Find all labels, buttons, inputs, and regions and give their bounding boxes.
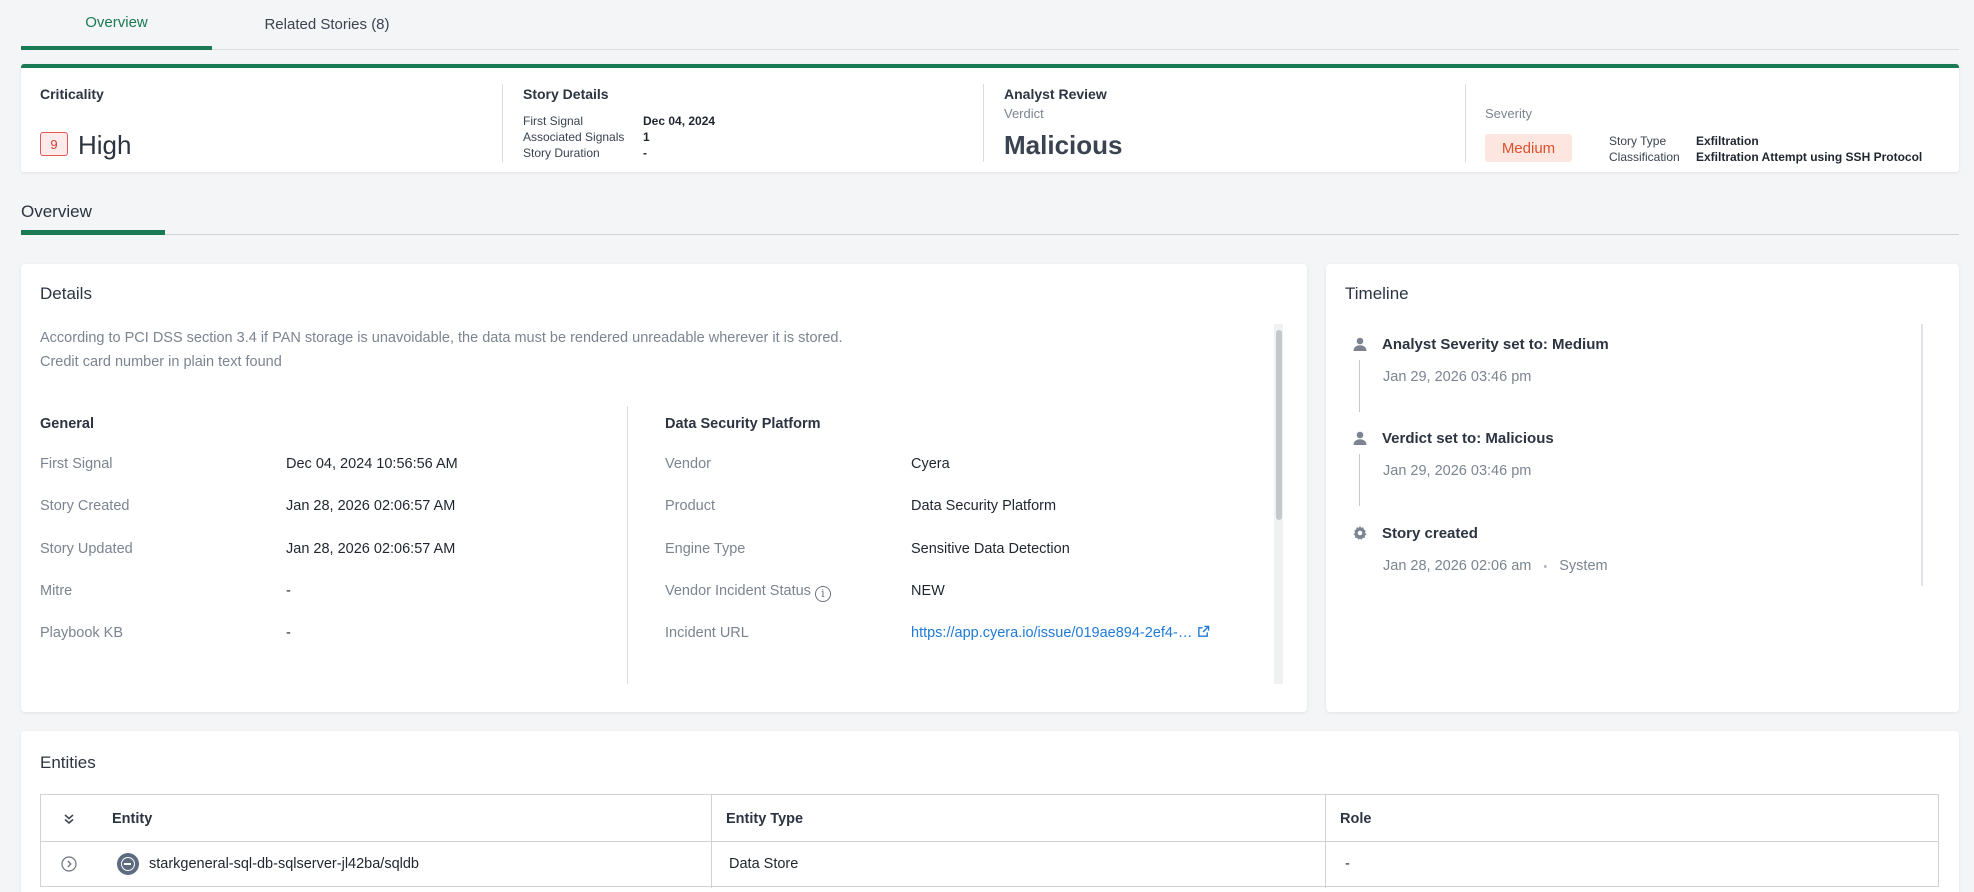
double-chevron-down-icon (64, 813, 74, 824)
user-icon (1353, 431, 1367, 445)
story-details-title: Story Details (523, 86, 609, 102)
entity-name: starkgeneral-sql-db-sqlserver-jl42ba/sql… (149, 856, 419, 872)
dsp-title: Data Security Platform (665, 416, 821, 432)
story-type-value: Exfiltration (1696, 134, 1759, 148)
data-store-icon (117, 853, 139, 875)
general-value: Jan 28, 2026 02:06:57 AM (286, 498, 456, 514)
expand-row-button[interactable] (41, 842, 97, 886)
incident-url-link[interactable]: https://app.cyera.io/issue/019ae894-2ef4… (911, 625, 1192, 641)
timeline-event-actor: System (1559, 558, 1608, 574)
separator-dot: • (1543, 561, 1548, 573)
dsp-value: Data Security Platform (911, 498, 1057, 514)
severity-label: Severity (1485, 106, 1532, 121)
timeline-title: Timeline (1345, 284, 1409, 303)
story-duration-label: Story Duration (523, 146, 600, 160)
section-tab-bar: Overview (21, 190, 1959, 235)
timeline-card: Timeline Analyst Severity set to: Medium… (1326, 264, 1959, 712)
dsp-value: NEW (911, 583, 945, 599)
user-icon (1353, 337, 1367, 351)
timeline-event-time: Jan 28, 2026 02:06 am (1383, 558, 1532, 574)
timeline-event-title: Verdict set to: Malicious (1382, 430, 1554, 447)
general-value: - (286, 625, 291, 641)
story-summary-card: Criticality 9 High Story Details First S… (21, 64, 1959, 172)
first-signal-label: First Signal (523, 114, 584, 128)
classification-label: Classification (1609, 150, 1680, 164)
verdict-label: Verdict (1004, 106, 1044, 121)
criticality-score-badge: 9 (40, 132, 68, 156)
associated-signals-value: 1 (643, 130, 650, 144)
general-label: Mitre (40, 583, 73, 599)
dsp-label: Vendor Incident Status (665, 583, 811, 599)
severity-badge: Medium (1485, 134, 1572, 162)
role-cell: - (1345, 856, 1350, 872)
general-value: Jan 28, 2026 02:06:57 AM (286, 541, 456, 557)
description-line: Credit card number in plain text found (40, 354, 282, 370)
dsp-label: Product (665, 498, 715, 514)
timeline-event-title: Story created (1382, 525, 1478, 542)
tab-overview-label: Overview (85, 13, 148, 31)
analyst-review-title: Analyst Review (1004, 86, 1107, 102)
general-value: Dec 04, 2024 10:56:56 AM (286, 456, 458, 472)
timeline-event-time: Jan 29, 2026 03:46 pm (1383, 369, 1532, 385)
top-tab-bar: Overview Related Stories (8) (21, 0, 1959, 50)
tab-overview[interactable]: Overview (21, 0, 212, 50)
timeline-scrollbar[interactable] (1921, 324, 1923, 586)
dsp-label: Incident URL (665, 625, 749, 641)
story-details-section: Story Details First Signal Dec 04, 2024 … (503, 68, 983, 172)
classification-value: Exfiltration Attempt using SSH Protocol (1696, 150, 1923, 164)
dsp-label: Vendor (665, 456, 711, 472)
details-description: According to PCI DSS section 3.4 if PAN … (40, 326, 843, 374)
column-divider (1325, 795, 1326, 888)
details-title: Details (40, 284, 92, 303)
external-link-icon[interactable] (1197, 625, 1210, 638)
timeline-connector (1359, 360, 1360, 412)
timeline-event-title: Analyst Severity set to: Medium (1382, 336, 1609, 353)
incident-url-row: https://app.cyera.io/issue/019ae894-2ef4… (911, 625, 1210, 641)
details-card: Details According to PCI DSS section 3.4… (21, 264, 1307, 712)
column-header-entity-type[interactable]: Entity Type (711, 795, 1325, 842)
general-label: Story Updated (40, 541, 133, 557)
description-line: According to PCI DSS section 3.4 if PAN … (40, 330, 843, 346)
entities-card: Entities Entity Entity Type Role starkge… (21, 731, 1959, 892)
criticality-level: High (78, 130, 132, 160)
timeline-event-meta: Jan 28, 2026 02:06 am • System (1383, 558, 1608, 574)
column-header-entity[interactable]: Entity (97, 795, 711, 842)
dsp-label: Engine Type (665, 541, 746, 557)
entity-cell[interactable]: starkgeneral-sql-db-sqlserver-jl42ba/sql… (117, 842, 707, 886)
expand-all-button[interactable] (41, 795, 97, 842)
dsp-label-row: Vendor Incident Status i (665, 583, 831, 602)
story-type-label: Story Type (1609, 134, 1667, 148)
details-scrollbar-thumb[interactable] (1276, 330, 1282, 520)
analyst-review-section: Analyst Review Verdict Malicious (984, 68, 1464, 172)
timeline-connector (1359, 454, 1360, 506)
column-header-role[interactable]: Role (1325, 795, 1939, 842)
general-value: - (286, 583, 291, 599)
entities-table: Entity Entity Type Role starkgeneral-sql… (40, 794, 1939, 888)
entities-title: Entities (40, 753, 96, 772)
info-icon[interactable]: i (814, 586, 831, 602)
general-label: First Signal (40, 456, 113, 472)
general-title: General (40, 416, 94, 432)
tab-related-stories[interactable]: Related Stories (8) (212, 0, 442, 50)
timeline-event-time: Jan 29, 2026 03:46 pm (1383, 463, 1532, 479)
tab-overview-section[interactable]: Overview (21, 190, 165, 235)
entity-type-cell: Data Store (729, 856, 799, 872)
general-label: Story Created (40, 498, 130, 514)
gear-icon (1353, 526, 1367, 540)
criticality-title: Criticality (40, 86, 104, 102)
dsp-value: Cyera (911, 456, 950, 472)
general-label: Playbook KB (40, 625, 124, 641)
table-header-row: Entity Entity Type Role (41, 795, 1938, 842)
tab-related-stories-label: Related Stories (8) (264, 15, 390, 33)
details-column-divider (627, 406, 628, 684)
story-duration-value: - (643, 146, 647, 160)
first-signal-value: Dec 04, 2024 (643, 114, 716, 128)
column-divider (711, 795, 712, 888)
chevron-right-circle-icon (61, 856, 77, 872)
criticality-section: Criticality 9 High (21, 68, 501, 172)
dsp-value: Sensitive Data Detection (911, 541, 1070, 557)
severity-section: Severity Medium Story Type Exfiltration … (1466, 68, 1959, 172)
verdict-value: Malicious (1004, 130, 1123, 160)
associated-signals-label: Associated Signals (523, 130, 625, 144)
